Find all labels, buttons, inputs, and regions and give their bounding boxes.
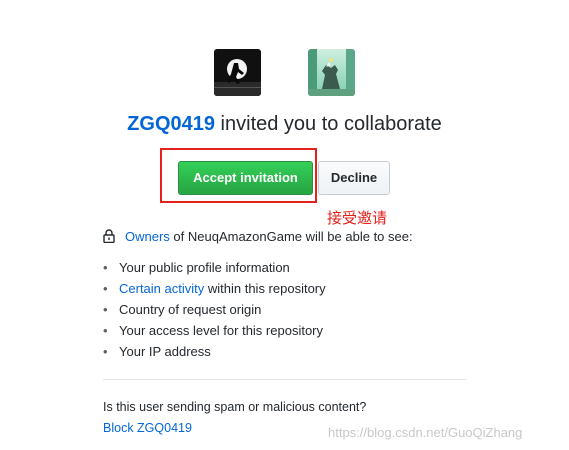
owners-link[interactable]: Owners (125, 229, 170, 244)
list-item: • Certain activity within this repository (103, 281, 326, 296)
permissions-intro: Owners of NeuqAmazonGame will be able to… (103, 228, 413, 248)
repository-avatar[interactable] (308, 49, 355, 96)
invitation-headline: ZGQ0419 invited you to collaborate (0, 111, 569, 137)
annotation-note: 接受邀请 (327, 209, 388, 227)
accept-invitation-button[interactable]: Accept invitation (178, 161, 313, 195)
permissions-list: • Your public profile information • Certai… (103, 257, 326, 362)
headline-text: invited you to collaborate (215, 113, 442, 135)
spam-question: Is this user sending spam or malicious c… (103, 400, 367, 414)
invitation-page: ZGQ0419 invited you to collaborate Accep… (0, 0, 569, 450)
inviter-avatar[interactable] (214, 49, 261, 96)
permissions-intro-text: of NeuqAmazonGame will be able to see: (169, 229, 413, 244)
list-item: • Your public profile information (103, 260, 290, 275)
inviter-link[interactable]: ZGQ0419 (127, 113, 215, 135)
divider (103, 379, 466, 380)
list-item: • Your IP address (103, 344, 211, 359)
list-item: • Country of request origin (103, 302, 262, 317)
watermark: https://blog.csdn.net/GuoQiZhang (328, 425, 523, 440)
block-user-link[interactable]: Block ZGQ0419 (103, 420, 192, 437)
decline-button[interactable]: Decline (318, 161, 390, 195)
lock-icon (103, 229, 117, 248)
certain-activity-link[interactable]: Certain activity (119, 281, 204, 296)
list-item: • Your access level for this repository (103, 323, 324, 338)
